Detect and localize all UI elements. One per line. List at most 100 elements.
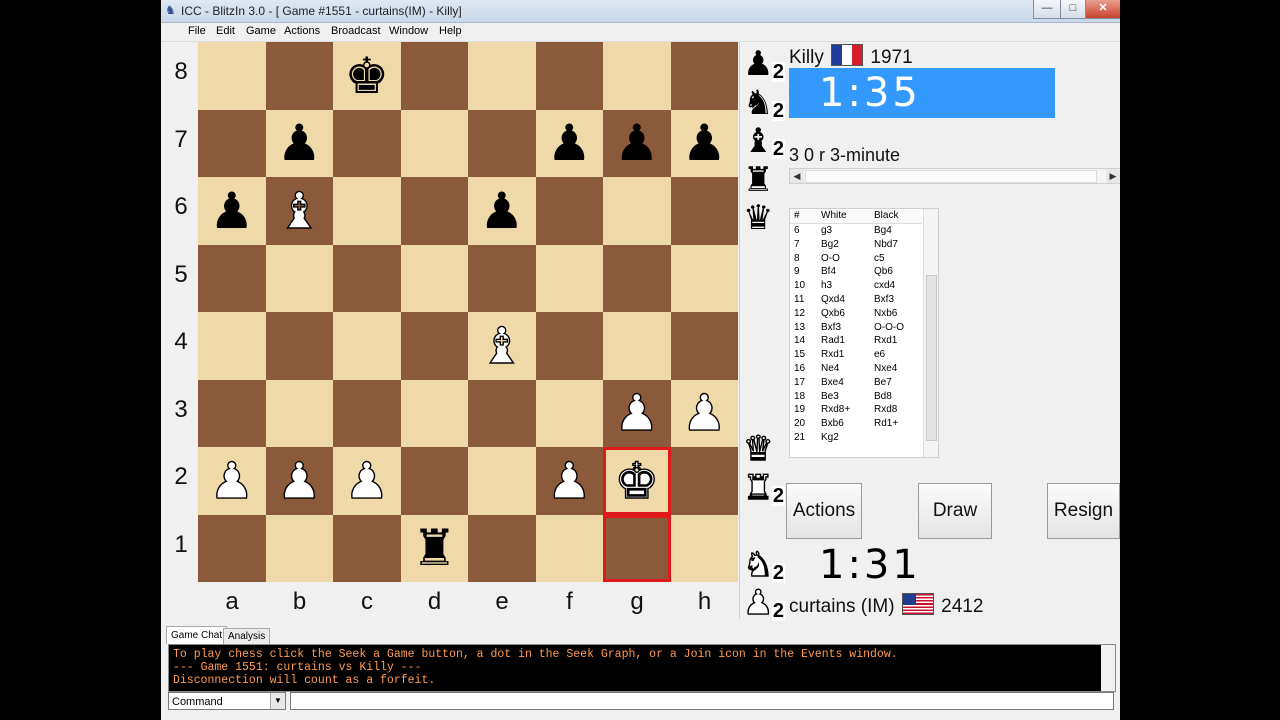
square-b1[interactable] bbox=[265, 514, 333, 582]
menu-edit[interactable]: Edit bbox=[216, 25, 235, 37]
white-pawn-icon[interactable]: ♟ bbox=[209, 455, 255, 506]
square-c5[interactable] bbox=[333, 244, 401, 312]
maximize-button[interactable]: □ bbox=[1060, 0, 1086, 19]
white-king-icon[interactable]: ♚ bbox=[614, 455, 660, 506]
move-row[interactable]: 7 Bg2 Nbd7 bbox=[790, 239, 922, 253]
square-g4[interactable] bbox=[603, 312, 671, 380]
tab-game-chat[interactable]: Game Chat bbox=[166, 626, 228, 644]
move-list-scrollbar[interactable] bbox=[923, 209, 938, 457]
square-g1[interactable] bbox=[603, 514, 671, 582]
menu-broadcast[interactable]: Broadcast bbox=[331, 25, 381, 37]
move-row[interactable]: 8 O-O c5 bbox=[790, 253, 922, 267]
chevron-down-icon[interactable]: ▼ bbox=[270, 693, 285, 709]
black-move[interactable]: cxd4 bbox=[874, 280, 895, 291]
square-e8[interactable] bbox=[468, 42, 536, 110]
square-a2[interactable]: ♟ bbox=[198, 447, 266, 515]
move-row[interactable]: 6 g3 Bg4 bbox=[790, 225, 922, 239]
white-move[interactable]: Bxe4 bbox=[821, 377, 844, 388]
black-king-icon[interactable]: ♚ bbox=[344, 51, 389, 101]
square-h4[interactable] bbox=[670, 312, 738, 380]
square-b8[interactable] bbox=[265, 42, 333, 110]
square-c4[interactable] bbox=[333, 312, 401, 380]
square-d1[interactable]: ♜ bbox=[400, 514, 468, 582]
white-move[interactable]: Qxd4 bbox=[821, 294, 845, 305]
square-d3[interactable] bbox=[400, 379, 468, 447]
black-pawn-icon[interactable]: ♟ bbox=[277, 118, 322, 168]
black-pawn-icon[interactable]: ♟ bbox=[209, 186, 254, 236]
black-move[interactable]: Nbd7 bbox=[874, 239, 898, 250]
square-b3[interactable] bbox=[265, 379, 333, 447]
white-move[interactable]: Rad1 bbox=[821, 335, 845, 346]
white-move[interactable]: Bxb6 bbox=[821, 418, 844, 429]
black-move[interactable]: Be7 bbox=[874, 377, 892, 388]
black-move[interactable]: Bxf3 bbox=[874, 294, 894, 305]
square-f2[interactable]: ♟ bbox=[535, 447, 603, 515]
square-c1[interactable] bbox=[333, 514, 401, 582]
chat-console[interactable]: To play chess click the Seek a Game butt… bbox=[168, 644, 1116, 692]
square-c6[interactable] bbox=[333, 177, 401, 245]
menu-game[interactable]: Game bbox=[246, 25, 276, 37]
white-move[interactable]: Qxb6 bbox=[821, 308, 845, 319]
minimize-button[interactable]: — bbox=[1033, 0, 1061, 19]
square-b6[interactable]: ♝ bbox=[265, 177, 333, 245]
white-pawn-icon[interactable]: ♟ bbox=[276, 455, 322, 506]
scroll-thumb[interactable] bbox=[805, 170, 1097, 183]
white-move[interactable]: g3 bbox=[821, 225, 832, 236]
square-f6[interactable] bbox=[535, 177, 603, 245]
square-a3[interactable] bbox=[198, 379, 266, 447]
square-e7[interactable] bbox=[468, 109, 536, 177]
square-b5[interactable] bbox=[265, 244, 333, 312]
square-h7[interactable]: ♟ bbox=[670, 109, 738, 177]
move-row[interactable]: 18 Be3 Bd8 bbox=[790, 391, 922, 405]
game-info-scrollbar[interactable]: ◀ ▶ bbox=[789, 168, 1120, 184]
square-e3[interactable] bbox=[468, 379, 536, 447]
square-d7[interactable] bbox=[400, 109, 468, 177]
move-row[interactable]: 9 Bf4 Qb6 bbox=[790, 266, 922, 280]
draw-button[interactable]: Draw bbox=[918, 483, 992, 539]
white-move[interactable]: Ne4 bbox=[821, 363, 839, 374]
square-f4[interactable] bbox=[535, 312, 603, 380]
move-row[interactable]: 19 Rxd8+ Rxd8 bbox=[790, 404, 922, 418]
white-move[interactable]: Be3 bbox=[821, 391, 839, 402]
black-pawn-icon[interactable]: ♟ bbox=[614, 118, 659, 168]
square-h6[interactable] bbox=[670, 177, 738, 245]
square-f3[interactable] bbox=[535, 379, 603, 447]
move-row[interactable]: 17 Bxe4 Be7 bbox=[790, 377, 922, 391]
white-pawn-icon[interactable]: ♟ bbox=[614, 388, 660, 439]
white-move[interactable]: h3 bbox=[821, 280, 832, 291]
black-move[interactable]: Rd1+ bbox=[874, 418, 898, 429]
square-d2[interactable] bbox=[400, 447, 468, 515]
white-pawn-icon[interactable]: ♟ bbox=[344, 455, 390, 506]
move-row[interactable]: 16 Ne4 Nxe4 bbox=[790, 363, 922, 377]
square-b4[interactable] bbox=[265, 312, 333, 380]
square-e6[interactable]: ♟ bbox=[468, 177, 536, 245]
move-row[interactable]: 12 Qxb6 Nxb6 bbox=[790, 308, 922, 322]
square-f7[interactable]: ♟ bbox=[535, 109, 603, 177]
menu-file[interactable]: File bbox=[188, 25, 206, 37]
square-g3[interactable]: ♟ bbox=[603, 379, 671, 447]
square-f8[interactable] bbox=[535, 42, 603, 110]
actions-button[interactable]: Actions bbox=[786, 483, 862, 539]
square-h1[interactable] bbox=[670, 514, 738, 582]
move-row[interactable]: 10 h3 cxd4 bbox=[790, 280, 922, 294]
tab-analysis[interactable]: Analysis bbox=[223, 628, 271, 644]
move-row[interactable]: 15 Rxd1 e6 bbox=[790, 349, 922, 363]
black-rook-icon[interactable]: ♜ bbox=[412, 523, 457, 573]
square-g7[interactable]: ♟ bbox=[603, 109, 671, 177]
square-b2[interactable]: ♟ bbox=[265, 447, 333, 515]
square-h8[interactable] bbox=[670, 42, 738, 110]
square-f5[interactable] bbox=[535, 244, 603, 312]
white-pawn-icon[interactable]: ♟ bbox=[546, 455, 592, 506]
square-d6[interactable] bbox=[400, 177, 468, 245]
resign-button[interactable]: Resign bbox=[1047, 483, 1120, 539]
black-pawn-icon[interactable]: ♟ bbox=[479, 186, 524, 236]
white-move[interactable]: Bf4 bbox=[821, 266, 836, 277]
scroll-left-icon[interactable]: ◀ bbox=[790, 169, 804, 183]
white-move[interactable]: Rxd1 bbox=[821, 349, 844, 360]
square-c8[interactable]: ♚ bbox=[333, 42, 401, 110]
move-list-scroll-thumb[interactable] bbox=[926, 275, 937, 441]
square-d8[interactable] bbox=[400, 42, 468, 110]
square-a5[interactable] bbox=[198, 244, 266, 312]
move-list[interactable]: # White Black 6 g3 Bg4 7 Bg2 Nbd7 8 O-O c5 9 Bf4 Qb… bbox=[789, 208, 939, 458]
square-a8[interactable] bbox=[198, 42, 266, 110]
